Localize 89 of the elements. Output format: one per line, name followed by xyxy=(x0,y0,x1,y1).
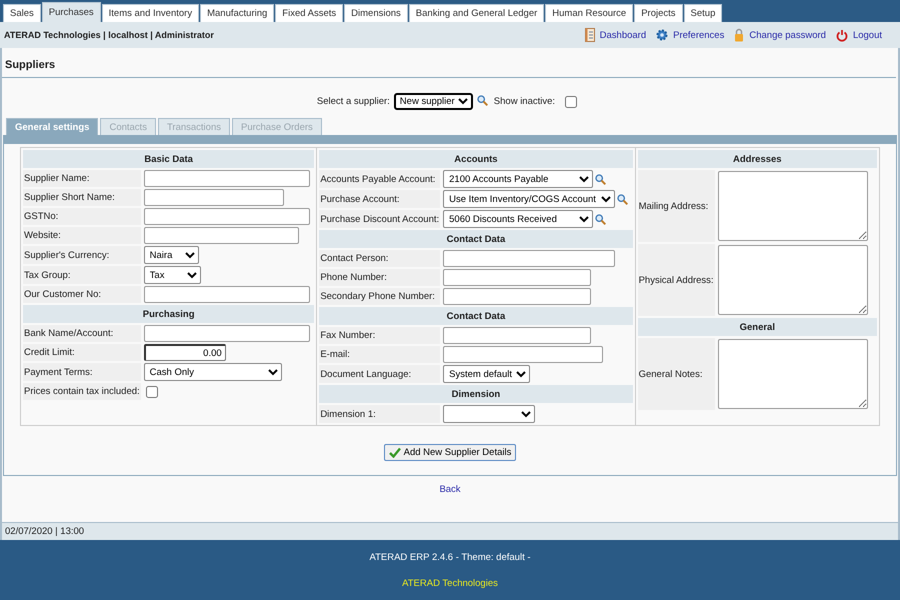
checkbox[interactable] xyxy=(146,386,158,398)
padlock-icon xyxy=(734,28,744,42)
footer-version: ATERAD ERP 2.4.6 - Theme: default - xyxy=(369,552,531,562)
supplier-dropdown[interactable]: New supplier xyxy=(394,93,473,110)
page-title: Suppliers xyxy=(2,48,896,78)
header-link[interactable]: Logout xyxy=(852,30,882,40)
footer-company-link[interactable]: ATERAD Technologies xyxy=(402,578,498,588)
text-field[interactable] xyxy=(443,269,592,286)
field-label: Fax Number: xyxy=(319,327,440,344)
field-label: Bank Name/Account: xyxy=(23,325,141,342)
text-field[interactable] xyxy=(144,170,310,187)
text-field[interactable] xyxy=(144,189,284,206)
menu-tab[interactable]: Dimensions xyxy=(344,4,408,22)
dropdown[interactable]: 2100 Accounts Payable xyxy=(443,170,594,188)
document-icon xyxy=(584,28,595,42)
text-area[interactable] xyxy=(718,171,868,241)
field-label: Contact Person: xyxy=(319,250,440,267)
field-label: General Notes: xyxy=(638,338,715,410)
text-field[interactable] xyxy=(144,208,310,225)
field-label: Supplier Name: xyxy=(23,170,141,187)
section-header: Accounts xyxy=(319,150,633,168)
section-header: General xyxy=(638,318,878,336)
text-field[interactable] xyxy=(144,286,310,303)
gear-icon xyxy=(656,29,668,41)
menu-tab[interactable]: Items and Inventory xyxy=(102,4,200,22)
menu-tab[interactable]: Purchases xyxy=(42,2,101,22)
text-field[interactable] xyxy=(144,227,299,244)
field-label: Physical Address: xyxy=(638,244,715,316)
field-label: Show inactive: xyxy=(494,96,556,107)
text-field[interactable] xyxy=(443,327,592,344)
field-label: Our Customer No: xyxy=(23,286,141,303)
dropdown[interactable]: 5060 Discounts Received xyxy=(443,210,594,228)
text-area[interactable] xyxy=(718,245,868,315)
section-header: Purchasing xyxy=(23,305,314,323)
field-label: Accounts Payable Account: xyxy=(319,170,440,188)
search-icon[interactable] xyxy=(617,194,628,204)
section-header: Contact Data xyxy=(319,307,633,325)
menu-tab[interactable]: Projects xyxy=(634,4,683,22)
menu-tab[interactable]: Human Resource xyxy=(545,4,634,22)
field-label: Select a supplier: xyxy=(316,96,390,107)
add-supplier-button[interactable]: Add New Supplier Details xyxy=(384,444,516,461)
menu-tab[interactable]: Fixed Assets xyxy=(275,4,344,22)
header-link[interactable]: Dashboard xyxy=(600,30,646,40)
header-link[interactable]: Preferences xyxy=(673,30,724,40)
dropdown[interactable]: Use Item Inventory/COGS Account xyxy=(443,190,616,208)
menu-tab[interactable]: Banking and General Ledger xyxy=(408,4,544,22)
dropdown[interactable]: Cash Only xyxy=(144,363,282,381)
dropdown[interactable]: Naira xyxy=(144,246,199,264)
field-label: Prices contain tax included: xyxy=(23,383,141,400)
back-link[interactable]: Back xyxy=(439,484,461,495)
text-field[interactable] xyxy=(443,288,592,305)
field-label: Secondary Phone Number: xyxy=(319,288,440,305)
search-icon[interactable] xyxy=(595,214,606,224)
dropdown[interactable]: Tax xyxy=(144,266,201,284)
field-label: GSTNo: xyxy=(23,208,141,225)
text-field[interactable] xyxy=(144,325,310,342)
dropdown[interactable]: System default xyxy=(443,365,530,383)
power-icon xyxy=(836,28,848,42)
header-link[interactable]: Change password xyxy=(749,30,826,40)
text-field[interactable] xyxy=(443,346,604,363)
section-header: Addresses xyxy=(638,150,878,168)
status-bar: 02/07/2020 | 13:00 xyxy=(0,522,900,540)
section-header: Contact Data xyxy=(319,230,633,248)
search-icon[interactable] xyxy=(595,174,606,184)
field-label: Document Language: xyxy=(319,365,440,383)
field-label: Phone Number: xyxy=(319,269,440,286)
user-info: ATERAD Technologies | localhost | Administrator xyxy=(4,30,214,40)
field-label: Purchase Account: xyxy=(319,190,440,208)
field-label: E-mail: xyxy=(319,346,440,363)
field-label: Supplier's Currency: xyxy=(23,246,141,264)
menu-tab[interactable]: Manufacturing xyxy=(200,4,274,22)
text-field[interactable] xyxy=(443,250,616,267)
section-header: Basic Data xyxy=(23,150,314,168)
field-label: Supplier Short Name: xyxy=(23,189,141,206)
field-label: Payment Terms: xyxy=(23,363,141,381)
field-label: Mailing Address: xyxy=(638,170,715,242)
field-label: Dimension 1: xyxy=(319,405,440,423)
checkmark-icon xyxy=(388,447,401,458)
text-area[interactable] xyxy=(718,339,868,409)
dropdown[interactable] xyxy=(443,405,536,423)
search-icon[interactable] xyxy=(476,94,488,106)
field-label: Tax Group: xyxy=(23,266,141,284)
menu-tab[interactable]: Setup xyxy=(684,4,722,22)
number-field[interactable]: 0.00 xyxy=(144,344,226,361)
field-label: Purchase Discount Account: xyxy=(319,210,440,228)
field-label: Website: xyxy=(23,227,141,244)
field-label: Credit Limit: xyxy=(23,344,141,361)
menu-tab[interactable]: Sales xyxy=(3,4,41,22)
section-header: Dimension xyxy=(319,385,633,403)
